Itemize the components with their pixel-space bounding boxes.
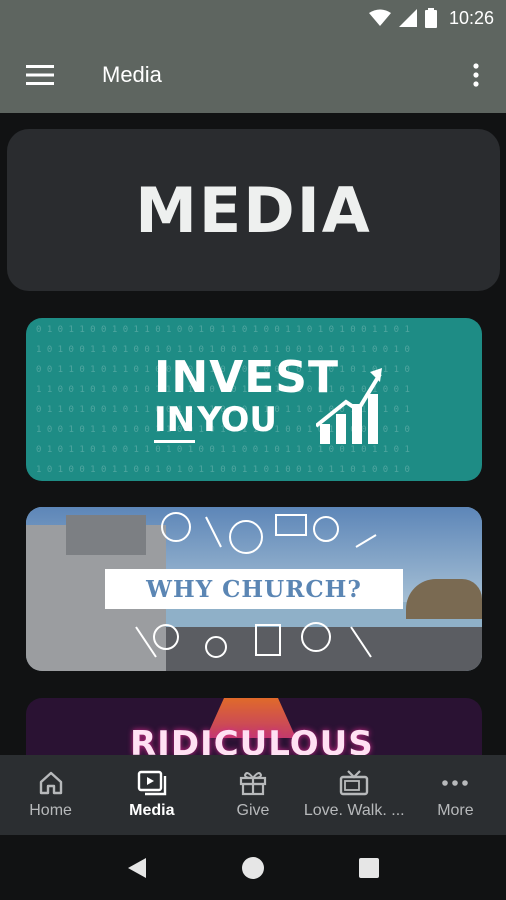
nav-label-give: Give bbox=[236, 802, 270, 819]
why-church-label: WHY CHURCH? bbox=[105, 569, 403, 609]
media-card-ridiculous[interactable]: RIDICULOUS bbox=[26, 698, 482, 755]
bottom-navigation: Home Media Give Love. Walk. ... More bbox=[0, 755, 506, 835]
cell-signal-icon bbox=[398, 9, 417, 27]
nav-item-media[interactable]: Media bbox=[101, 755, 202, 835]
home-icon bbox=[39, 771, 62, 795]
system-navigation-bar bbox=[0, 835, 506, 900]
nav-label-home: Home bbox=[29, 802, 72, 819]
wifi-icon bbox=[368, 9, 391, 26]
media-card-invest-in-you[interactable]: 0 1 0 1 1 0 0 1 0 1 1 0 1 0 0 1 0 1 1 0 … bbox=[26, 318, 482, 481]
why-church-title: WHY CHURCH? bbox=[146, 575, 362, 603]
trees-graphic bbox=[406, 579, 482, 619]
svg-text:0 1 0 1 1 0 1 0 0 1 1 0 1 0 1: 0 1 0 1 1 0 1 0 0 1 1 0 1 0 1 0 0 1 1 0 … bbox=[36, 445, 410, 455]
media-list[interactable]: MEDIA 0 1 0 1 1 0 0 1 0 1 1 0 1 0 0 1 0 … bbox=[0, 113, 506, 755]
growth-chart-icon bbox=[316, 368, 382, 444]
invest-title-line1: INVEST bbox=[154, 352, 340, 403]
media-icon bbox=[137, 770, 166, 796]
invest-title-line2: INYOU bbox=[154, 400, 339, 443]
home-circle-icon[interactable] bbox=[241, 856, 265, 880]
nav-label-more: More bbox=[437, 802, 474, 819]
battery-icon bbox=[424, 8, 437, 28]
svg-text:1 0 1 0 0 1 0 1 1 0 0 1 0 1 0: 1 0 1 0 0 1 0 1 1 0 0 1 0 1 0 1 1 0 0 1 … bbox=[36, 465, 410, 475]
app-bar: Media bbox=[0, 36, 506, 113]
status-time: 10:26 bbox=[448, 7, 494, 28]
overflow-menu-button[interactable] bbox=[446, 36, 506, 113]
media-card-why-church[interactable]: WHY CHURCH? bbox=[26, 507, 482, 671]
nav-item-more[interactable]: More bbox=[405, 755, 506, 835]
back-icon[interactable] bbox=[126, 856, 148, 880]
hamburger-menu-icon bbox=[26, 64, 54, 85]
invest-in-you-logo: INVEST INYOU bbox=[154, 352, 340, 443]
nav-item-give[interactable]: Give bbox=[202, 755, 303, 835]
more-vertical-icon bbox=[473, 62, 479, 87]
status-bar: 10:26 bbox=[0, 0, 506, 36]
recents-icon[interactable] bbox=[358, 857, 380, 879]
gift-icon bbox=[239, 772, 267, 796]
nav-item-love-walk[interactable]: Love. Walk. ... bbox=[304, 755, 405, 835]
tv-icon bbox=[340, 770, 369, 796]
page-title: Media bbox=[102, 61, 162, 87]
menu-button[interactable] bbox=[0, 36, 80, 113]
ridiculous-title: RIDICULOUS bbox=[130, 724, 374, 755]
nav-label-media: Media bbox=[129, 802, 175, 819]
more-horizontal-icon bbox=[442, 780, 469, 786]
nav-item-home[interactable]: Home bbox=[0, 755, 101, 835]
media-header-card: MEDIA bbox=[7, 129, 500, 291]
svg-text:0 1 0 1 1 0 0 1 0 1 1 0 1 0 0: 0 1 0 1 1 0 0 1 0 1 1 0 1 0 0 1 0 1 1 0 … bbox=[36, 325, 410, 335]
media-header-title: MEDIA bbox=[135, 173, 372, 247]
nav-label-love-walk: Love. Walk. ... bbox=[303, 802, 405, 819]
